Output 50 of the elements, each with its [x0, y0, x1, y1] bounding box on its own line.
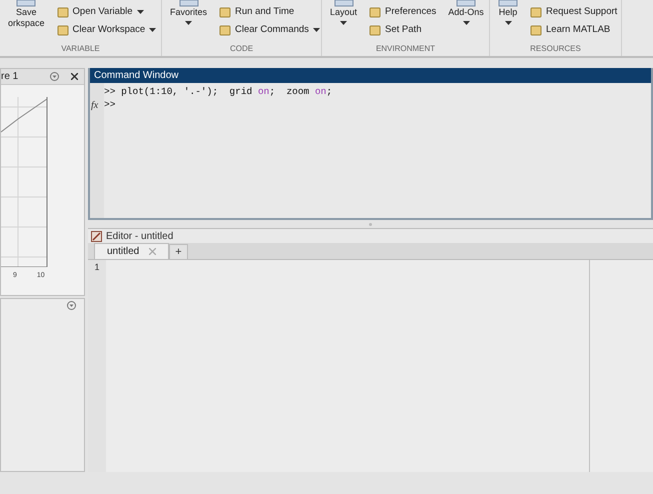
toolbar-icon: [530, 24, 542, 36]
toolbar-button[interactable]: Clear Commands: [219, 21, 320, 39]
editor-title: Editor - untitled: [106, 230, 174, 244]
caret-icon: [185, 21, 192, 25]
caret-icon: [312, 28, 320, 32]
section-label: CODE: [228, 43, 254, 55]
toolbar-button[interactable]: Clear Workspace: [56, 21, 156, 39]
close-icon[interactable]: [71, 73, 78, 80]
caret-icon: [340, 21, 348, 25]
toolbar-button[interactable]: Run and Time: [219, 3, 320, 21]
command-line: >> plot(1:10, '.-'); grid on; zoom on;: [104, 84, 332, 99]
toolbar-button[interactable]: Preferences: [369, 3, 436, 21]
editor-tab[interactable]: untitled: [94, 243, 170, 259]
section-label: ENVIRONMENT: [374, 43, 436, 55]
toolbar-button[interactable]: Set Path: [369, 21, 436, 39]
toolbar-button[interactable]: Save orkspace: [4, 0, 49, 29]
toolbar-icon: [334, 0, 354, 7]
toolbar-icon: [219, 6, 232, 18]
toolbar-button[interactable]: Help: [494, 0, 522, 25]
caret-icon: [462, 21, 470, 25]
section-label: VARIABLE: [60, 43, 101, 55]
toolbar-button[interactable]: Request Support: [530, 3, 618, 21]
toolbar-button[interactable]: Open Variable: [56, 3, 156, 21]
toolbar-icon: [16, 0, 36, 7]
toolbar-icon: [219, 24, 232, 36]
section-label: RESOURCES: [529, 43, 582, 55]
caret-icon: [504, 21, 512, 25]
panel-title: re 1: [1, 70, 18, 84]
toolbar-button[interactable]: Add-Ons: [444, 0, 488, 25]
toolbar-icon: [369, 6, 382, 18]
toolbar-button[interactable]: Learn MATLAB: [530, 21, 618, 39]
caret-icon: [136, 10, 144, 14]
toolbar-icon: [178, 0, 198, 7]
dropdown-icon[interactable]: [50, 72, 59, 81]
toolbar-icon: [369, 24, 382, 36]
toolbar-icon: [56, 24, 69, 36]
dropdown-icon[interactable]: [67, 301, 76, 310]
pencil-icon: [91, 230, 102, 242]
toolbar-button[interactable]: Favorites: [166, 0, 212, 25]
toolbar-icon: [530, 6, 542, 18]
window-title: Command Window: [90, 68, 651, 83]
caret-icon: [149, 28, 156, 32]
toolbar-icon: [456, 0, 476, 7]
add-tab-button[interactable]: +: [169, 244, 188, 259]
toolbar-icon: [56, 6, 69, 18]
toolbar-button[interactable]: Layout: [326, 0, 362, 25]
function-browser-button[interactable]: fx: [91, 98, 98, 112]
command-line: >>: [104, 98, 116, 112]
line-number: 1: [94, 261, 100, 274]
toolbar-icon: [498, 0, 518, 7]
